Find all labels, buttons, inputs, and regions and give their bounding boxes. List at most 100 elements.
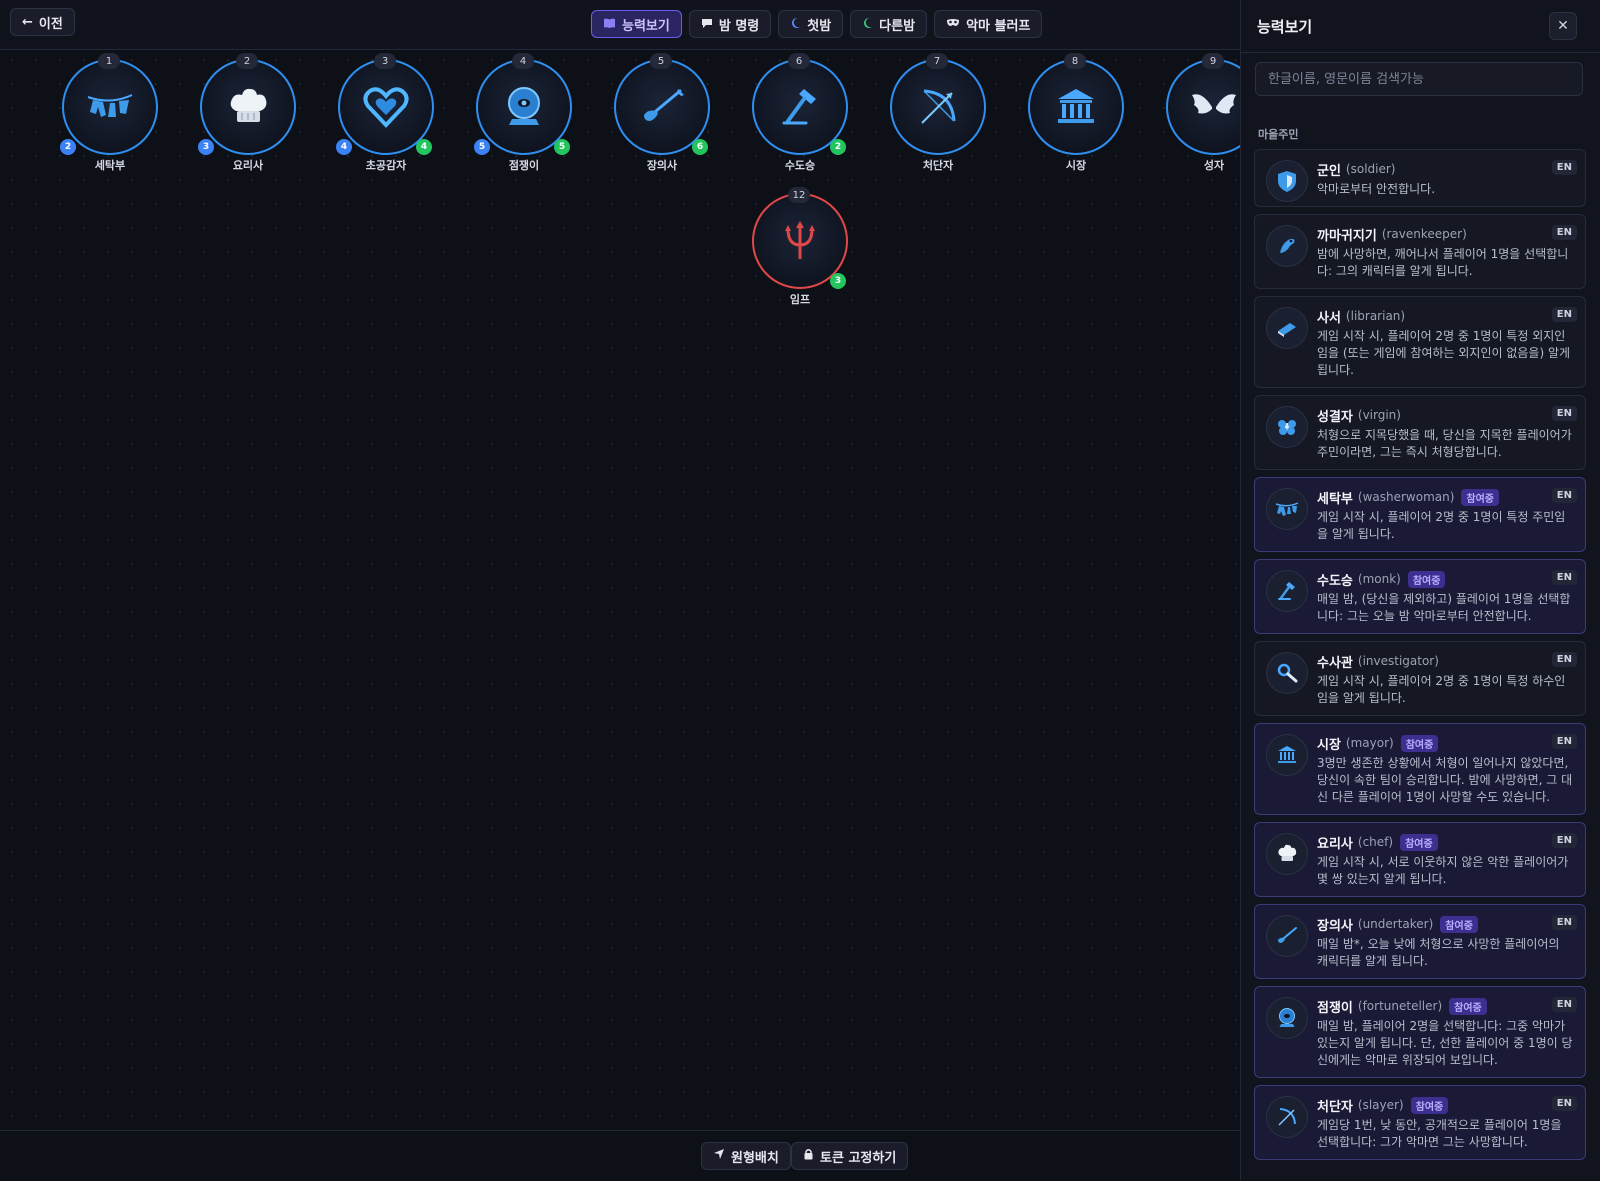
character-card[interactable]: 장의사 (undertaker) 참여중 EN 매일 밤*, 오늘 낮에 처형으로 … xyxy=(1254,904,1586,979)
back-button[interactable]: ← 이전 xyxy=(10,8,75,36)
character-english-name: (mayor) xyxy=(1345,736,1394,750)
en-toggle[interactable]: EN xyxy=(1551,652,1577,667)
token-monk[interactable]: 6 2 수도승 xyxy=(752,53,848,179)
token-name: 초공감자 xyxy=(365,159,407,172)
token-imp[interactable]: 12 3 임프 xyxy=(752,187,848,313)
in-play-badge: 참여중 xyxy=(1449,997,1487,1015)
token-washerwoman[interactable]: 1 2 세탁부 xyxy=(60,53,158,179)
en-toggle[interactable]: EN xyxy=(1551,307,1577,322)
other-night-order-badge: 6 xyxy=(692,139,708,155)
character-card[interactable]: 시장 (mayor) 참여중 EN 3명만 생존한 상황에서 처형이 일어나지 않았… xyxy=(1254,723,1586,815)
back-label: 이전 xyxy=(38,16,63,32)
character-ability: 3명만 생존한 상황에서 처형이 일어나지 않았다면, 당신이 속한 팀이 승리… xyxy=(1317,756,1573,804)
token-fortuneteller[interactable]: 4 5 5 점쟁이 xyxy=(474,53,572,179)
trident-icon xyxy=(785,221,815,259)
token-name: 수도승 xyxy=(784,159,816,172)
close-icon[interactable]: ✕ xyxy=(1549,12,1577,40)
en-toggle[interactable]: EN xyxy=(1551,488,1577,503)
shovel-icon xyxy=(1266,915,1308,957)
en-toggle[interactable]: EN xyxy=(1551,570,1577,585)
token-circle xyxy=(1028,59,1124,155)
character-card[interactable]: 사서 (librarian) EN 게임 시작 시, 플레이어 2명 중 1명이 … xyxy=(1254,296,1586,388)
lock-icon xyxy=(803,1148,814,1164)
other-night-order-badge: 3 xyxy=(830,273,846,289)
character-ability: 게임 시작 시, 플레이어 2명 중 1명이 특정 외지인임을 (또는 게임에 … xyxy=(1317,329,1571,377)
grimoire-board[interactable]: ← 이전 능력보기 밤 명령 첫밤 다른밤 악마 블러프 1 2 세탁부 2 3… xyxy=(0,0,1262,1181)
character-name: 처단자 xyxy=(1317,1099,1353,1115)
en-toggle[interactable]: EN xyxy=(1551,406,1577,421)
shovel-icon xyxy=(644,89,684,121)
bow-icon xyxy=(921,89,956,124)
en-toggle[interactable]: EN xyxy=(1551,160,1577,175)
seat-number: 4 xyxy=(512,53,534,69)
character-ability: 게임당 1번, 낮 동안, 공개적으로 플레이어 1명을 선택합니다: 그가 악… xyxy=(1317,1118,1562,1149)
character-ability: 매일 밤, (당신을 제외하고) 플레이어 1명을 선택합니다: 그는 오늘 밤… xyxy=(1317,592,1571,623)
en-toggle[interactable]: EN xyxy=(1551,997,1577,1012)
circle-arrange-button[interactable]: 원형배치 xyxy=(701,1142,791,1170)
laundry-icon xyxy=(1266,488,1308,530)
token-name: 시장 xyxy=(1065,159,1087,172)
hammer-icon xyxy=(1266,570,1308,612)
character-ability: 매일 밤*, 오늘 낮에 처형으로 사망한 플레이어의 캐릭터를 알게 됩니다. xyxy=(1317,937,1560,968)
character-ability: 악마로부터 안전합니다. xyxy=(1317,182,1436,196)
tab-first-night[interactable]: 첫밤 xyxy=(778,10,844,38)
character-card[interactable]: 세탁부 (washerwoman) 참여중 EN 게임 시작 시, 플레이어 2명 … xyxy=(1254,477,1586,552)
en-toggle[interactable]: EN xyxy=(1551,1096,1577,1111)
character-name: 시장 xyxy=(1317,737,1341,753)
first-night-order-badge: 5 xyxy=(474,139,490,155)
search-input[interactable] xyxy=(1255,62,1583,96)
character-english-name: (undertaker) xyxy=(1357,917,1434,931)
lock-tokens-button[interactable]: 토큰 고정하기 xyxy=(791,1142,909,1170)
character-card[interactable]: 까마귀지기 (ravenkeeper) EN 밤에 사망하면, 깨어나서 플레이어… xyxy=(1254,214,1586,289)
seat-number: 8 xyxy=(1064,53,1086,69)
character-name: 까마귀지기 xyxy=(1317,228,1377,244)
in-play-badge: 참여중 xyxy=(1410,1096,1449,1114)
seat-number: 1 xyxy=(98,53,120,69)
crystal-ball-icon xyxy=(508,87,540,125)
bow-icon xyxy=(1266,1096,1308,1138)
en-toggle[interactable]: EN xyxy=(1551,225,1577,240)
en-toggle[interactable]: EN xyxy=(1551,833,1577,848)
tab-other-nights[interactable]: 다른밤 xyxy=(850,10,928,38)
character-ability: 밤에 사망하면, 깨어나서 플레이어 1명을 선택합니다: 그의 캐릭터를 알게… xyxy=(1317,247,1569,278)
wings-icon xyxy=(1192,94,1236,114)
book-icon xyxy=(1266,307,1308,349)
character-english-name: (fortuneteller) xyxy=(1357,999,1443,1013)
token-name: 요리사 xyxy=(232,159,264,172)
character-card[interactable]: 수사관 (investigator) EN 게임 시작 시, 플레이어 2명 중 … xyxy=(1254,641,1586,716)
heart-icon xyxy=(363,87,409,128)
seat-number: 7 xyxy=(926,53,948,69)
character-card[interactable]: 처단자 (slayer) 참여중 EN 게임당 1번, 낮 동안, 공개적으로 플레… xyxy=(1254,1085,1586,1160)
token-empath[interactable]: 3 4 4 초공감자 xyxy=(336,53,434,179)
send-icon xyxy=(713,1148,725,1164)
character-name: 수도승 xyxy=(1317,573,1353,589)
token-circle xyxy=(890,59,986,155)
token-name: 점쟁이 xyxy=(508,159,540,172)
character-card[interactable]: 수도승 (monk) 참여중 EN 매일 밤, (당신을 제외하고) 플레이어 1명… xyxy=(1254,559,1586,634)
character-english-name: (soldier) xyxy=(1345,162,1396,176)
tab-night-orders[interactable]: 밤 명령 xyxy=(688,10,772,38)
character-ability: 매일 밤, 플레이어 2명을 선택합니다: 그중 악마가 있는지 알게 됩니다.… xyxy=(1317,1019,1573,1067)
token-slayer[interactable]: 7 처단자 xyxy=(890,53,986,179)
tab-demon-bluffs[interactable]: 악마 블러프 xyxy=(934,10,1043,38)
character-english-name: (slayer) xyxy=(1357,1098,1404,1112)
magnifier-icon xyxy=(1266,652,1308,694)
en-toggle[interactable]: EN xyxy=(1551,915,1577,930)
token-circle xyxy=(200,59,296,155)
tab-abilities[interactable]: 능력보기 xyxy=(591,10,682,38)
character-card[interactable]: 점쟁이 (fortuneteller) 참여중 EN 매일 밤, 플레이어 2명을 … xyxy=(1254,986,1586,1078)
chef-hat-icon xyxy=(230,88,267,122)
view-tabs: 능력보기 밤 명령 첫밤 다른밤 악마 블러프 xyxy=(591,10,1043,38)
token-chef[interactable]: 2 3 요리사 xyxy=(198,53,296,179)
token-mayor[interactable]: 8 시장 xyxy=(1028,53,1124,179)
laundry-icon xyxy=(87,94,133,117)
seat-number: 12 xyxy=(788,187,810,203)
other-night-order-badge: 2 xyxy=(830,139,846,155)
character-card[interactable]: 성결자 (virgin) EN 처형으로 지목당했을 때, 당신을 지목한 플레이… xyxy=(1254,395,1586,470)
en-toggle[interactable]: EN xyxy=(1551,734,1577,749)
hammer-icon xyxy=(782,89,816,125)
in-play-badge: 참여중 xyxy=(1400,734,1439,752)
character-card[interactable]: 요리사 (chef) 참여중 EN 게임 시작 시, 서로 이웃하지 않은 악한 플… xyxy=(1254,822,1586,897)
token-undertaker[interactable]: 5 6 장의사 xyxy=(614,53,710,179)
character-card[interactable]: 군인 (soldier) EN 악마로부터 안전합니다. xyxy=(1254,149,1586,207)
